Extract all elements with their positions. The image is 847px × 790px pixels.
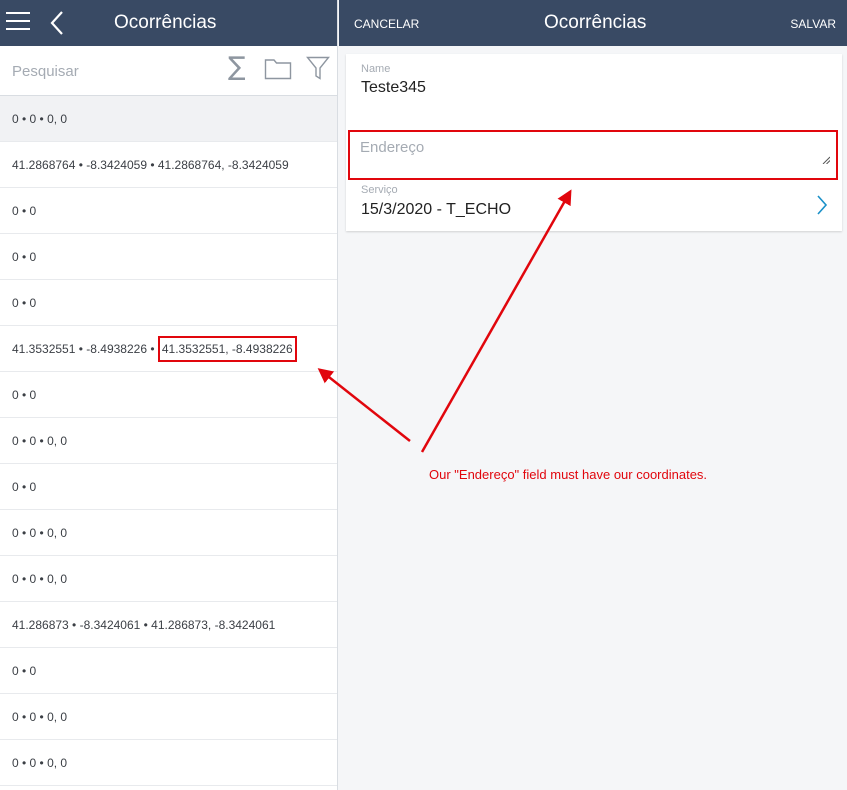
save-button[interactable]: SALVAR	[790, 17, 836, 31]
service-field-value[interactable]: 15/3/2020 - T_ECHO	[361, 201, 511, 219]
list-item[interactable]: 0 • 0	[0, 188, 337, 234]
list-item-highlighted[interactable]: 41.3532551 • -8.4938226 • 41.3532551, -8…	[0, 326, 337, 372]
occurrences-list-panel: Ocorrências ∑ 0 • 0 • 0, 0 41.2868764 • …	[0, 0, 338, 790]
sum-icon[interactable]: ∑	[228, 52, 246, 82]
resize-grip-icon[interactable]	[822, 156, 830, 164]
highlighted-coordinates: 41.3532551, -8.4938226	[157, 336, 297, 362]
name-field-label: Name	[361, 63, 391, 75]
list-item-text: 41.3532551 • -8.4938226 •	[12, 342, 158, 356]
annotation-note: Our "Endereço" field must have our coord…	[429, 467, 708, 482]
right-header: CANCELAR Ocorrências SALVAR	[339, 0, 847, 46]
address-field[interactable]	[350, 132, 836, 178]
address-field-box	[348, 130, 838, 180]
filter-icon[interactable]	[306, 56, 330, 80]
left-header: Ocorrências	[0, 0, 337, 46]
list-item[interactable]: 0 • 0	[0, 464, 337, 510]
occurrence-list: 0 • 0 • 0, 0 41.2868764 • -8.3424059 • 4…	[0, 96, 337, 786]
cancel-button[interactable]: CANCELAR	[354, 17, 419, 31]
list-item[interactable]: 41.2868764 • -8.3424059 • 41.2868764, -8…	[0, 142, 337, 188]
right-page-title: Ocorrências	[544, 12, 647, 33]
search-input[interactable]	[12, 60, 212, 82]
list-item[interactable]: 0 • 0 • 0, 0	[0, 556, 337, 602]
list-item[interactable]: 41.286873 • -8.3424061 • 41.286873, -8.3…	[0, 602, 337, 648]
list-item[interactable]: 0 • 0	[0, 234, 337, 280]
list-item[interactable]: 0 • 0 • 0, 0	[0, 694, 337, 740]
service-field-label: Serviço	[361, 184, 398, 196]
list-item[interactable]: 0 • 0	[0, 372, 337, 418]
list-item[interactable]: 0 • 0 • 0, 0	[0, 96, 337, 142]
hamburger-menu-icon[interactable]	[6, 12, 30, 34]
list-item[interactable]: 0 • 0 • 0, 0	[0, 740, 337, 786]
name-field-value[interactable]: Teste345	[361, 79, 426, 97]
search-bar: ∑	[0, 46, 337, 96]
chevron-right-icon[interactable]	[816, 194, 828, 216]
list-item[interactable]: 0 • 0 • 0, 0	[0, 510, 337, 556]
list-item[interactable]: 0 • 0 • 0, 0	[0, 418, 337, 464]
list-item[interactable]: 0 • 0	[0, 280, 337, 326]
occurrence-form-panel: CANCELAR Ocorrências SALVAR Name Teste34…	[339, 0, 847, 790]
left-page-title: Ocorrências	[114, 12, 217, 33]
folder-icon[interactable]	[264, 56, 292, 80]
form-card: Name Teste345 Serviço 15/3/2020 - T_ECHO	[346, 54, 842, 231]
back-arrow-icon[interactable]	[46, 8, 70, 38]
list-item[interactable]: 0 • 0	[0, 648, 337, 694]
